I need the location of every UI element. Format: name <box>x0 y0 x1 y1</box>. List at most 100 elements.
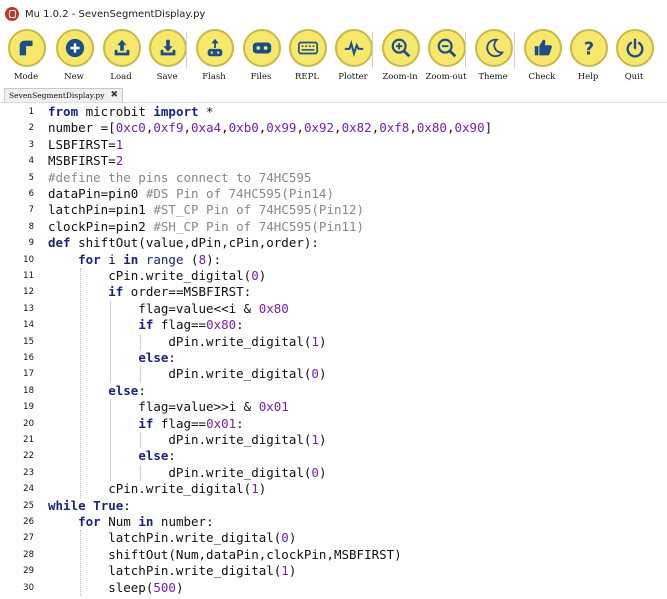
indent-guide <box>140 432 142 449</box>
keyboard-icon <box>289 29 327 67</box>
line-number: 2 <box>28 123 34 134</box>
code-line[interactable]: 8 clockPin=pin2 #SH_CP Pin of 74HC595(Pin… <box>0 219 667 235</box>
power-icon <box>616 29 654 67</box>
thumbs-up-icon <box>524 29 562 67</box>
save-button[interactable]: Save <box>145 28 191 88</box>
line-number: 21 <box>23 435 34 445</box>
code-text: def shiftOut(value,dPin,cPin,order): <box>48 235 319 251</box>
title-bar: Mu 1.0.2 - SevenSegmentDisplay.py <box>0 0 667 28</box>
code-text: while True: <box>48 497 131 513</box>
line-number: 22 <box>23 451 34 462</box>
code-line[interactable]: 7 latchPin=pin1 #ST_CP Pin of 74HC595(Pin… <box>0 202 667 218</box>
toolbar: Mode New Load Save Flash Files REPL Plotter Zoom… <box>0 28 667 88</box>
zoom-out-button[interactable]: Zoom-out <box>424 28 470 88</box>
code-editor[interactable]: 1 from microbit import * 2 number =[0xc0,0x… <box>0 102 667 599</box>
toolbar-separator <box>186 32 187 68</box>
download-icon <box>149 29 187 67</box>
code-text: dPin.write_digital(1) <box>48 432 327 447</box>
code-line[interactable]: 16 else: <box>0 350 667 366</box>
code-line[interactable]: 2 number =[0xc0,0xf9,0xa4,0xb0,0x99,0x92,… <box>0 120 667 136</box>
code-text: sleep(500) <box>48 579 184 595</box>
mode-icon <box>8 29 46 67</box>
code-line[interactable]: 17 dPin.write_digital(0) <box>0 366 667 382</box>
upload-icon <box>103 29 141 67</box>
code-line[interactable]: 11 cPin.write_digital(0) <box>0 268 667 284</box>
code-text: if flag==0x01: <box>138 415 244 431</box>
code-text: MSBFIRST=2 <box>48 153 124 169</box>
toolbar-separator <box>372 32 373 68</box>
theme-button[interactable]: Theme <box>471 28 517 88</box>
code-text: LSBFIRST=1 <box>48 136 124 152</box>
line-number: 8 <box>28 221 34 232</box>
code-line[interactable]: 27 latchPin.write_digital(0) <box>0 530 667 546</box>
line-number: 10 <box>23 254 34 265</box>
indent-guide <box>140 333 142 350</box>
code-text: flag=value<<i & 0x80 <box>48 300 289 316</box>
indent-guide <box>80 268 82 498</box>
line-number: 30 <box>23 582 34 593</box>
code-text: if flag==0x80: <box>138 317 244 333</box>
flash-icon <box>196 29 234 67</box>
line-number: 4 <box>28 156 34 167</box>
code-line[interactable]: 12 if order==MSBFIRST: <box>0 284 667 300</box>
plotter-button[interactable]: Plotter <box>331 28 377 88</box>
code-text: #define the pins connect to 74HC595 <box>48 169 312 185</box>
indent-guide <box>140 366 142 383</box>
code-line[interactable]: 14 if flag==0x80: <box>0 317 667 333</box>
code-text: latchPin.write_digital(0) <box>48 530 297 546</box>
new-button[interactable]: New <box>52 28 98 88</box>
line-number: 26 <box>23 517 34 527</box>
code-line[interactable]: 18 else: <box>0 383 667 399</box>
code-line[interactable]: 21 dPin.write_digital(1) <box>0 432 667 448</box>
code-line[interactable]: 19 flag=value>>i & 0x01 <box>0 399 667 415</box>
line-number: 15 <box>23 336 34 347</box>
code-line[interactable]: 13 flag=value<<i & 0x80 <box>0 301 667 317</box>
line-number: 14 <box>23 320 34 331</box>
quit-button[interactable]: Quit <box>612 28 658 88</box>
code-text: if order==MSBFIRST: <box>108 284 252 300</box>
code-text: else: <box>138 448 176 464</box>
indent-guide <box>110 399 112 482</box>
tab-label: SevenSegmentDisplay.py <box>9 91 105 100</box>
code-line[interactable]: 15 dPin.write_digital(1) <box>0 334 667 350</box>
line-number: 11 <box>23 271 34 281</box>
code-line[interactable]: 4 MSBFIRST=2 <box>0 153 667 169</box>
line-number: 12 <box>23 287 34 298</box>
mode-button[interactable]: Mode <box>4 28 50 88</box>
code-text: dPin.write_digital(0) <box>48 366 327 382</box>
line-number: 20 <box>23 418 34 429</box>
code-line[interactable]: 28 shiftOut(Num,dataPin,clockPin,MSBFIRS… <box>0 547 667 563</box>
code-line[interactable]: 29 latchPin.write_digital(1) <box>0 563 667 579</box>
zoom-out-icon <box>428 29 466 67</box>
plus-icon <box>56 29 94 67</box>
question-icon: ? <box>570 29 608 67</box>
code-line[interactable]: 1 from microbit import * <box>0 104 667 120</box>
line-number: 29 <box>23 566 34 577</box>
code-line[interactable]: 24 cPin.write_digital(1) <box>0 481 667 497</box>
svg-text:?: ? <box>584 39 594 59</box>
line-number: 19 <box>23 402 34 413</box>
code-line[interactable]: 20 if flag==0x01: <box>0 416 667 432</box>
code-line[interactable]: 6 dataPin=pin0 #DS Pin of 74HC595(Pin14) <box>0 186 667 202</box>
code-line[interactable]: 3 LSBFIRST=1 <box>0 137 667 153</box>
toolbar-button-label: Quit <box>624 72 644 82</box>
code-text: shiftOut(Num,dataPin,clockPin,MSBFIRST) <box>48 546 402 562</box>
code-text: flag=value>>i & 0x01 <box>48 399 289 415</box>
code-line[interactable]: 10 for i in range (8): <box>0 252 667 268</box>
line-number: 28 <box>23 549 34 560</box>
toolbar-button-label: Theme <box>478 72 508 82</box>
code-line[interactable]: 23 dPin.write_digital(0) <box>0 465 667 481</box>
code-line[interactable]: 22 else: <box>0 448 667 464</box>
code-line[interactable]: 26 for Num in number: <box>0 514 667 530</box>
code-line[interactable]: 25 while True: <box>0 498 667 514</box>
line-number: 27 <box>23 533 34 544</box>
code-line[interactable]: 5 #define the pins connect to 74HC595 <box>0 170 667 186</box>
code-line[interactable]: 9 def shiftOut(value,dPin,cPin,order): <box>0 235 667 251</box>
tab-sevensegmentdisplay[interactable]: SevenSegmentDisplay.py ✖ <box>4 88 123 102</box>
pulse-icon <box>335 29 373 67</box>
code-line[interactable]: 30 sleep(500) <box>0 580 667 596</box>
flash-button[interactable]: Flash <box>192 28 238 88</box>
close-tab-icon[interactable]: ✖ <box>110 91 118 100</box>
window-title: Mu 1.0.2 - SevenSegmentDisplay.py <box>25 8 206 20</box>
line-number: 13 <box>23 303 34 314</box>
